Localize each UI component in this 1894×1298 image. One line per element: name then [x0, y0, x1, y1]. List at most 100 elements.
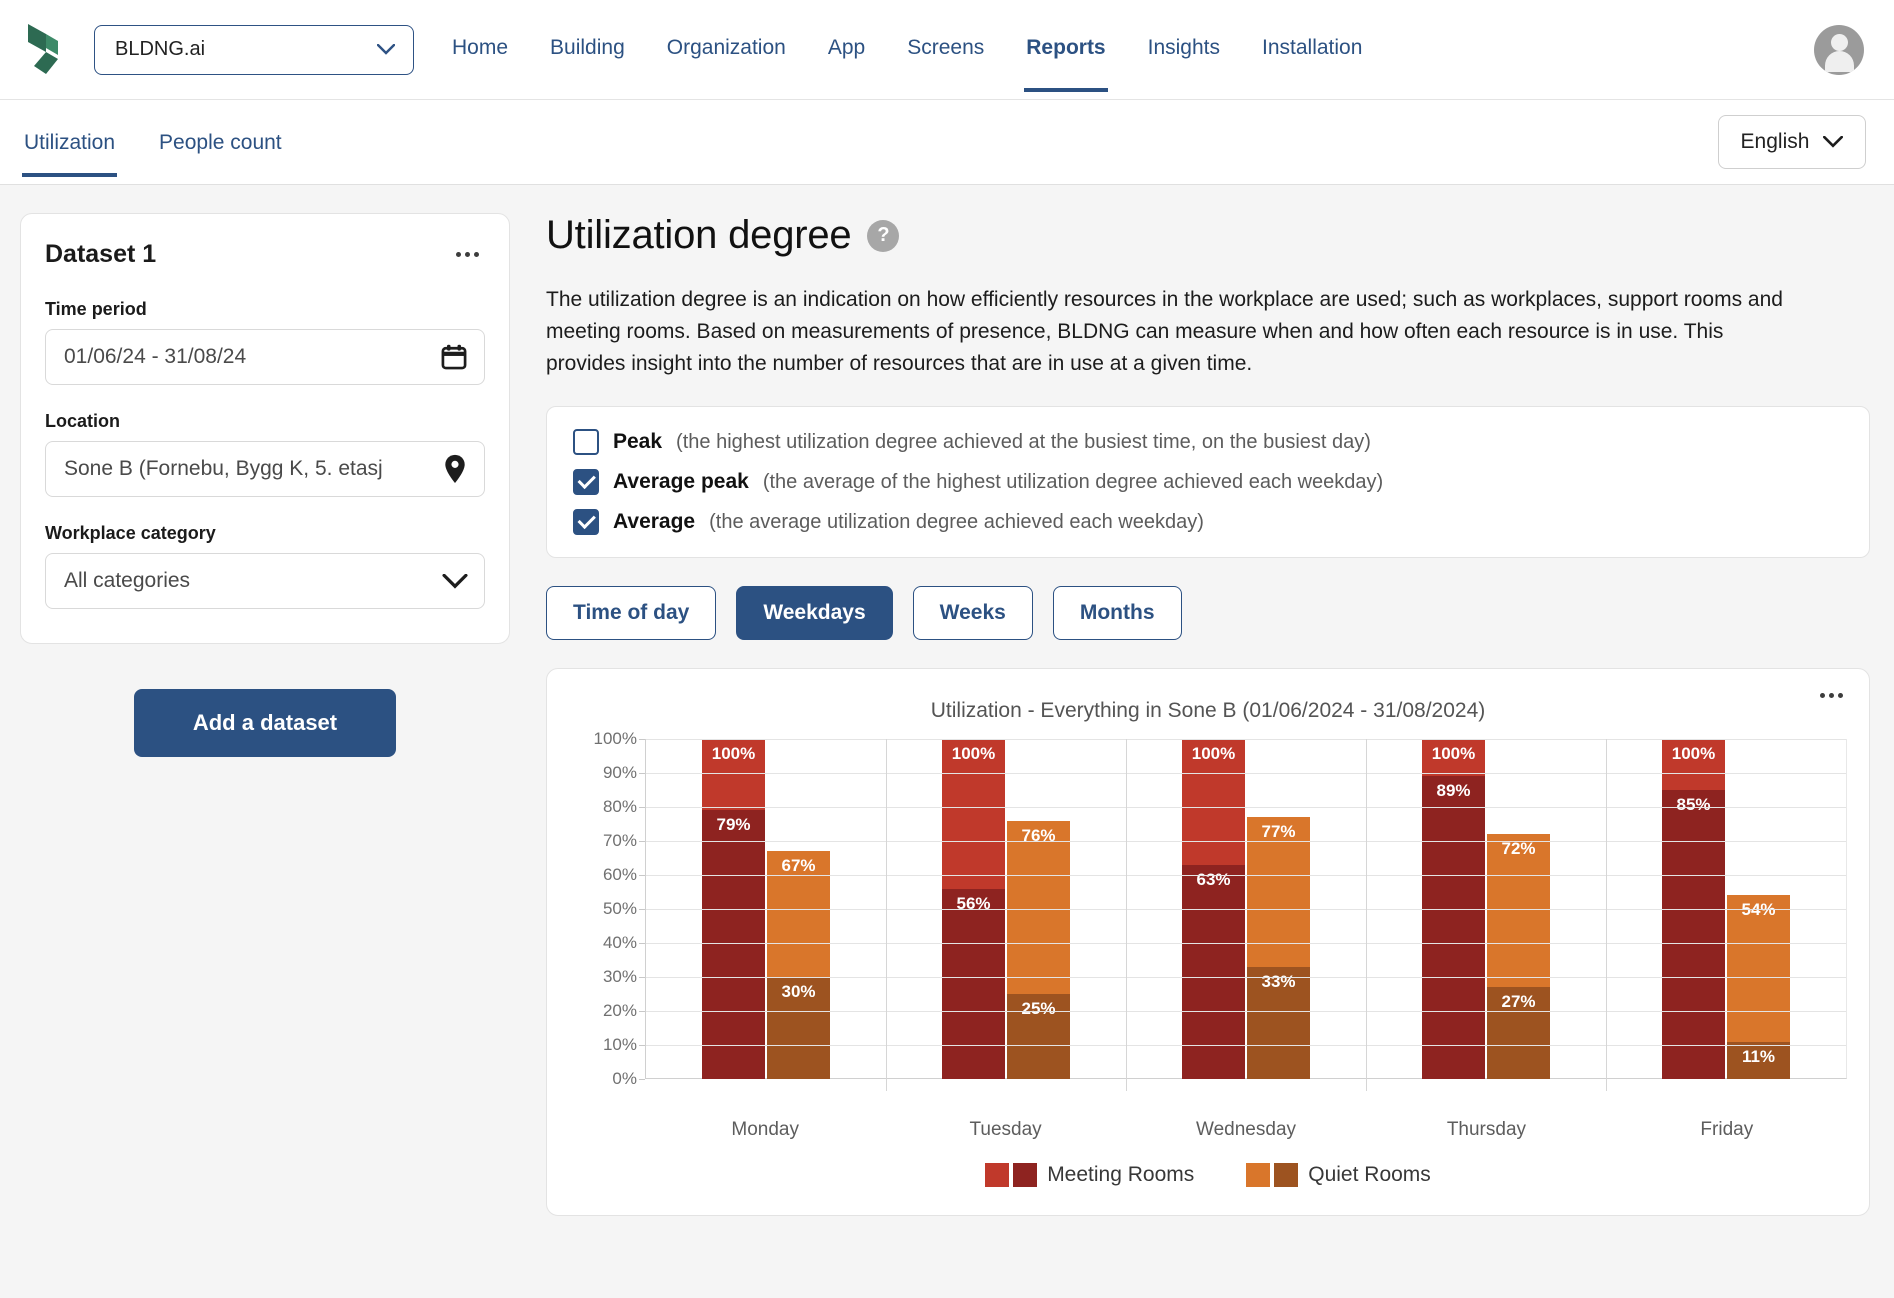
- bar-value-label: 100%: [951, 744, 996, 764]
- tab-people-count[interactable]: People count: [157, 107, 284, 177]
- time-period-value: 01/06/24 - 31/08/24: [64, 345, 247, 368]
- y-axis-tick: 50%: [602, 899, 646, 918]
- bar-segment-average-peak[interactable]: 67%: [767, 851, 830, 977]
- legend-item-quiet-rooms[interactable]: Quiet Rooms: [1246, 1163, 1431, 1187]
- nav-item-screens[interactable]: Screens: [905, 30, 986, 70]
- workplace-category-select[interactable]: All categories: [45, 553, 485, 609]
- category-separator: [1606, 739, 1607, 1091]
- category-separator: [886, 739, 887, 1091]
- user-avatar-icon[interactable]: [1814, 24, 1864, 75]
- question-mark-icon[interactable]: ?: [867, 219, 900, 252]
- main-content: Utilization degree ? The utilization deg…: [538, 213, 1870, 1216]
- segment-weekdays[interactable]: Weekdays: [736, 586, 893, 640]
- bar-value-label: 25%: [1021, 999, 1056, 1018]
- chevron-down-icon: [442, 573, 468, 589]
- more-options-icon[interactable]: [450, 246, 485, 263]
- time-period-label: Time period: [45, 299, 147, 319]
- granularity-segmented-control: Time of day Weekdays Weeks Months: [546, 586, 1870, 640]
- more-options-icon[interactable]: [1814, 687, 1849, 704]
- bar-value-label: 27%: [1501, 992, 1536, 1012]
- sidebar: Dataset 1 Time period 01/06/24 - 31/08/2…: [20, 213, 510, 1216]
- bar-segment-average-peak[interactable]: 100%: [702, 739, 765, 811]
- nav-item-home[interactable]: Home: [450, 30, 510, 70]
- workplace-category-value: All categories: [64, 569, 191, 592]
- bldng-logo-icon[interactable]: [24, 22, 70, 78]
- bar-segment-average[interactable]: 63%: [1182, 864, 1245, 1079]
- bar-segment-average[interactable]: 25%: [1007, 994, 1070, 1079]
- legend-item-meeting-rooms[interactable]: Meeting Rooms: [985, 1163, 1194, 1187]
- bar-value-label: 79%: [716, 815, 751, 835]
- nav-item-building[interactable]: Building: [548, 30, 627, 70]
- bar-value-label: 100%: [1671, 744, 1716, 763]
- bar-value-label: 63%: [1196, 869, 1231, 889]
- checkbox-average-peak[interactable]: [573, 469, 599, 495]
- segment-weeks[interactable]: Weeks: [912, 586, 1033, 640]
- dataset-title: Dataset 1: [45, 240, 157, 268]
- bar-segment-average-peak[interactable]: 100%: [1662, 739, 1725, 790]
- calendar-icon[interactable]: [440, 343, 468, 371]
- bar-segment-average[interactable]: 33%: [1247, 966, 1310, 1079]
- stacked-bar[interactable]: 72% 27%: [1487, 834, 1550, 1079]
- bar-value-label: 100%: [1191, 744, 1236, 764]
- nav-item-insights[interactable]: Insights: [1146, 30, 1222, 70]
- organization-select-value: BLDNG.ai: [115, 38, 206, 60]
- chevron-down-icon: [1823, 136, 1844, 148]
- nav-item-installation[interactable]: Installation: [1260, 30, 1364, 70]
- utilization-chart-card: Utilization - Everything in Sone B (01/0…: [546, 668, 1870, 1216]
- checkbox-average[interactable]: [573, 509, 599, 535]
- y-axis-tick: 30%: [602, 967, 646, 986]
- checkbox-peak[interactable]: [573, 429, 599, 455]
- option-average-peak[interactable]: Average peak (the average of the highest…: [573, 469, 1843, 495]
- bar-segment-average[interactable]: 27%: [1487, 987, 1550, 1079]
- bar-value-label: 72%: [1501, 839, 1536, 859]
- time-period-input[interactable]: 01/06/24 - 31/08/24: [45, 329, 485, 385]
- stacked-bar[interactable]: 77% 33%: [1247, 817, 1310, 1079]
- nav-item-app[interactable]: App: [826, 30, 867, 70]
- bar-segment-average[interactable]: 79%: [702, 810, 765, 1079]
- legend-label-meeting-rooms: Meeting Rooms: [1047, 1163, 1195, 1186]
- bar-segment-average-peak[interactable]: 77%: [1247, 817, 1310, 967]
- add-dataset-button[interactable]: Add a dataset: [134, 689, 396, 757]
- location-pin-icon[interactable]: [442, 454, 468, 484]
- grid-line: [646, 943, 1846, 944]
- segment-months[interactable]: Months: [1052, 586, 1182, 640]
- chart-grid-wrap: 100% 79% 67% 30% 100% 56% 76% 25% 100% 63% 77% 33% 1…: [645, 739, 1847, 1111]
- bar-segment-average[interactable]: 11%: [1727, 1041, 1790, 1079]
- category-separator: [1126, 739, 1127, 1091]
- chart-grid: 100% 79% 67% 30% 100% 56% 76% 25% 100% 63% 77% 33% 1…: [645, 739, 1847, 1091]
- bar-value-label: 11%: [1741, 1046, 1776, 1066]
- page-body: Dataset 1 Time period 01/06/24 - 31/08/2…: [0, 185, 1894, 1216]
- organization-select[interactable]: BLDNG.ai: [94, 24, 414, 75]
- nav-item-organization[interactable]: Organization: [665, 30, 788, 70]
- y-axis-tick: 0%: [612, 1069, 645, 1088]
- bar-value-label: 77%: [1261, 822, 1296, 842]
- grid-line: [646, 739, 1846, 740]
- option-average[interactable]: Average (the average utilization degree …: [573, 509, 1843, 535]
- bar-segment-average[interactable]: 89%: [1422, 776, 1485, 1079]
- x-axis-label: Monday: [731, 1119, 799, 1140]
- language-select[interactable]: English: [1718, 115, 1866, 169]
- bar-segment-average[interactable]: 56%: [942, 888, 1005, 1079]
- bar-value-label: 76%: [1021, 825, 1056, 845]
- chart-legend: Meeting Rooms Quiet Rooms: [569, 1163, 1847, 1187]
- location-input[interactable]: Sone B (Fornebu, Bygg K, 5. etasj: [45, 441, 485, 497]
- bar-segment-average[interactable]: 85%: [1662, 790, 1725, 1079]
- tab-utilization[interactable]: Utilization: [22, 107, 118, 177]
- stacked-bar[interactable]: 54% 11%: [1727, 895, 1790, 1079]
- option-peak[interactable]: Peak (the highest utilization degree ach…: [573, 429, 1843, 455]
- bar-segment-average[interactable]: 30%: [767, 977, 830, 1079]
- bar-segment-average-peak[interactable]: 72%: [1487, 834, 1550, 988]
- bar-segment-average-peak[interactable]: 100%: [1182, 739, 1245, 865]
- nav-item-reports[interactable]: Reports: [1024, 30, 1108, 92]
- segment-time-of-day[interactable]: Time of day: [546, 586, 717, 640]
- bar-segment-average-peak[interactable]: 54%: [1727, 895, 1790, 1042]
- main-nav: Home Building Organization App Screens R…: [450, 30, 1364, 92]
- bar-segment-average-peak[interactable]: 76%: [1007, 820, 1070, 994]
- x-axis-label: Tuesday: [969, 1119, 1042, 1140]
- bar-segment-average-peak[interactable]: 100%: [942, 739, 1005, 889]
- y-axis-tick: 20%: [602, 1001, 646, 1020]
- y-axis-tick: 100%: [593, 729, 646, 748]
- stacked-bar[interactable]: 76% 25%: [1007, 820, 1070, 1079]
- bar-segment-average-peak[interactable]: 100%: [1422, 739, 1485, 777]
- bar-value-label: 56%: [956, 893, 991, 913]
